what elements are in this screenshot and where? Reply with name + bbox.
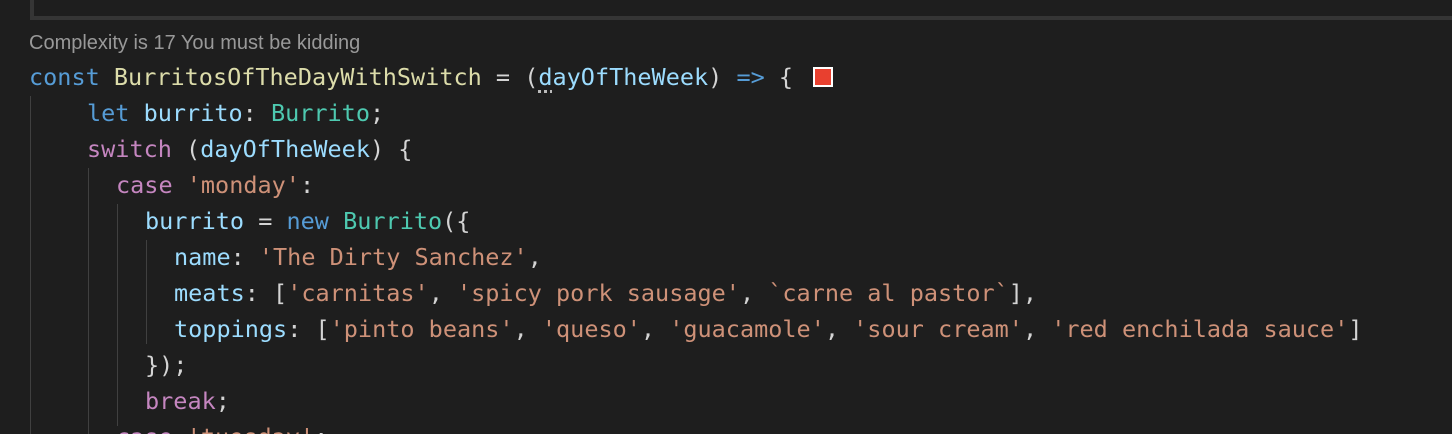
code-line[interactable]: burrito = new Burrito({ — [145, 203, 470, 239]
punctuation: , — [1022, 315, 1052, 343]
punctuation: , — [739, 279, 769, 307]
code-line[interactable]: name: 'The Dirty Sanchez', — [174, 239, 542, 275]
color-swatch[interactable] — [813, 67, 834, 87]
string-literal: 'tuesday' — [187, 423, 314, 434]
keyword-case: case — [116, 423, 173, 434]
variable: dayOfTheWeek — [200, 135, 370, 163]
punctuation: , — [527, 243, 542, 271]
complexity-codelens[interactable]: Complexity is 17 You must be kidding — [29, 32, 360, 55]
punctuation: }); — [145, 351, 188, 379]
punctuation: { — [764, 63, 794, 91]
punctuation: , — [640, 315, 670, 343]
punctuation — [173, 423, 187, 434]
punctuation: = ( — [481, 63, 539, 91]
variable: burrito — [129, 99, 243, 127]
indent-guide — [117, 204, 118, 426]
code-line[interactable]: meats: ['carnitas', 'spicy pork sausage'… — [174, 275, 1037, 311]
class-name: Burrito — [343, 207, 443, 235]
punctuation: , — [513, 315, 542, 343]
punctuation: : [ — [244, 279, 288, 307]
code-line[interactable]: let burrito: Burrito; — [87, 95, 384, 131]
string-literal: 'carnitas' — [287, 279, 429, 307]
template-literal: `carne al pastor` — [768, 279, 1009, 307]
string-literal: 'pinto beans' — [329, 315, 514, 343]
param-hint-dots[interactable]: d — [538, 63, 552, 91]
punctuation: ) — [708, 63, 737, 91]
punctuation: ] — [1348, 315, 1363, 343]
punctuation: ], — [1008, 279, 1038, 307]
code-line[interactable]: const BurritosOfTheDayWithSwitch = (dayO… — [29, 59, 834, 95]
punctuation: : — [230, 243, 259, 271]
code-editor[interactable]: Complexity is 17 You must be kidding con… — [0, 0, 1452, 434]
property-key: meats — [174, 279, 245, 307]
punctuation: , — [428, 279, 457, 307]
punctuation: : — [299, 171, 315, 199]
string-literal: 'sour cream' — [853, 315, 1023, 343]
variable: burrito — [145, 207, 245, 235]
indent-guide — [146, 240, 147, 344]
keyword-break: break — [145, 387, 216, 415]
punctuation: ) { — [369, 135, 413, 163]
punctuation: , — [824, 315, 854, 343]
punctuation — [329, 207, 343, 235]
keyword-const: const — [29, 63, 100, 91]
punctuation: : — [314, 423, 328, 434]
code-line[interactable]: toppings: ['pinto beans', 'queso', 'guac… — [174, 311, 1363, 347]
code-line[interactable]: }); — [145, 347, 187, 383]
punctuation: ( — [171, 135, 201, 163]
function-name: BurritosOfTheDayWithSwitch — [113, 63, 482, 91]
type-name: Burrito — [270, 99, 370, 127]
string-literal: 'The Dirty Sanchez' — [258, 243, 528, 271]
punctuation: ({ — [442, 207, 471, 235]
parameter: ayOfTheWeek — [552, 63, 709, 91]
code-line[interactable]: switch (dayOfTheWeek) { — [87, 131, 412, 167]
string-literal: 'queso' — [541, 315, 641, 343]
property-key: name — [174, 243, 231, 271]
indent-guide — [30, 96, 31, 434]
arrow-operator: => — [736, 63, 765, 91]
property-key: toppings — [174, 315, 288, 343]
punctuation — [173, 171, 187, 199]
string-literal: 'spicy pork sausage' — [456, 279, 740, 307]
code-line[interactable]: case 'tuesday': — [116, 419, 328, 434]
keyword-case: case — [116, 171, 173, 199]
keyword-let: let — [87, 99, 130, 127]
code-line[interactable]: case 'monday': — [116, 167, 314, 203]
string-literal: 'monday' — [186, 171, 300, 199]
string-literal: 'guacamole' — [669, 315, 825, 343]
code-line[interactable]: break; — [145, 383, 230, 419]
keyword-new: new — [286, 207, 329, 235]
punctuation: = — [244, 207, 287, 235]
punctuation: : [ — [287, 315, 330, 343]
punctuation: ; — [215, 387, 230, 415]
previous-block-panel — [30, 0, 1452, 20]
punctuation: ; — [369, 99, 385, 127]
string-literal: 'red enchilada sauce' — [1051, 315, 1349, 343]
punctuation: : — [242, 99, 271, 127]
keyword-switch: switch — [87, 135, 172, 163]
indent-guide — [88, 168, 89, 434]
